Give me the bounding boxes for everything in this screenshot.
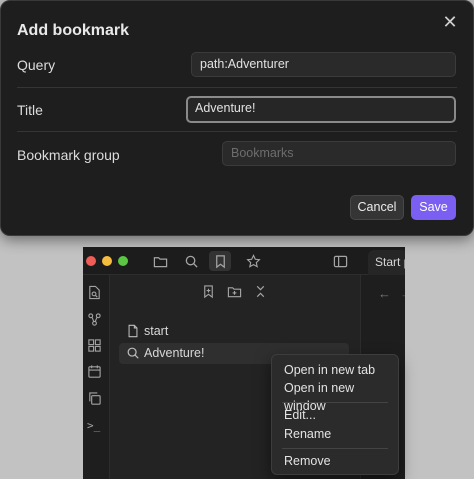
context-menu: Open in new tab Open in new window Edit.…: [271, 354, 399, 475]
title-input[interactable]: Adventure!: [186, 96, 456, 123]
modal-title: Add bookmark: [17, 22, 130, 39]
query-input[interactable]: path:Adventurer: [191, 52, 456, 77]
menu-item-open-new-tab[interactable]: Open in new tab: [276, 361, 395, 379]
copy-icon[interactable]: [87, 391, 105, 409]
sidebar-toggle-icon[interactable]: [329, 251, 351, 271]
folder-icon[interactable]: [149, 251, 171, 271]
minimize-window-button[interactable]: [102, 256, 112, 266]
close-window-button[interactable]: [86, 256, 96, 266]
menu-item-edit[interactable]: Edit...: [276, 406, 395, 424]
divider: [17, 131, 457, 132]
menu-item-remove[interactable]: Remove: [276, 452, 395, 470]
back-arrow-icon[interactable]: ←: [378, 286, 391, 301]
tab-start-page[interactable]: Start p: [368, 250, 405, 275]
menu-item-open-new-window[interactable]: Open in new window: [276, 379, 395, 413]
graph-icon[interactable]: [87, 312, 105, 330]
collapse-icon[interactable]: [253, 284, 269, 300]
bookmark-icon[interactable]: [209, 251, 231, 271]
menu-separator: [282, 402, 388, 403]
bookmark-group-label: Bookmark group: [17, 147, 120, 163]
add-bookmark-modal: Add bookmark ✕ Query path:Adventurer Tit…: [0, 0, 474, 236]
star-icon[interactable]: [242, 251, 264, 271]
close-icon[interactable]: ✕: [440, 12, 460, 32]
left-ribbon: >_: [83, 275, 110, 479]
new-group-icon[interactable]: [227, 284, 243, 300]
grid-icon[interactable]: [87, 338, 105, 356]
search-icon: [126, 346, 140, 360]
search-icon[interactable]: [180, 251, 202, 271]
menu-separator: [282, 448, 388, 449]
terminal-icon[interactable]: >_: [87, 418, 105, 436]
file-search-icon[interactable]: [87, 285, 105, 303]
save-button[interactable]: Save: [411, 195, 456, 220]
forward-arrow-icon[interactable]: →: [400, 286, 405, 301]
divider: [17, 87, 457, 88]
bookmark-group-input[interactable]: Bookmarks: [222, 141, 456, 166]
menu-item-rename[interactable]: Rename: [276, 425, 395, 443]
calendar-icon[interactable]: [87, 364, 105, 382]
title-bar: [83, 247, 405, 275]
cancel-button[interactable]: Cancel: [350, 195, 404, 220]
add-bookmark-icon[interactable]: [201, 284, 217, 300]
query-label: Query: [17, 57, 56, 73]
bookmark-item-start[interactable]: start: [119, 321, 349, 342]
title-label: Title: [17, 102, 43, 118]
bookmark-label: start: [144, 324, 169, 338]
zoom-window-button[interactable]: [118, 256, 128, 266]
file-icon: [126, 324, 140, 338]
bookmark-label: Adventure!: [144, 346, 205, 360]
